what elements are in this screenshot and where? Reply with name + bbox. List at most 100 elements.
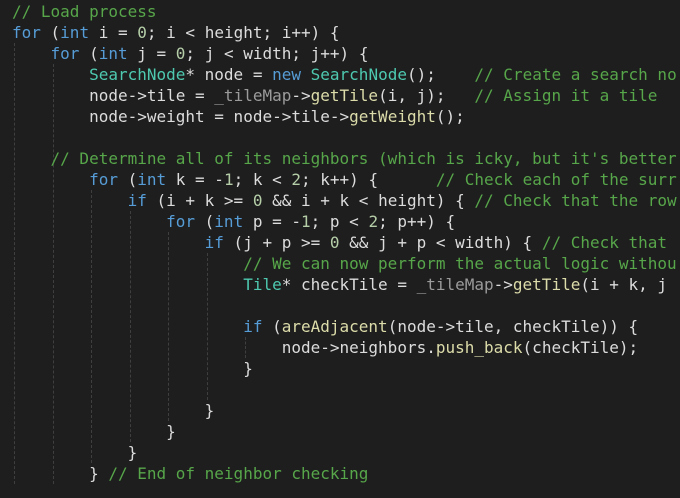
method-name: push_back [435,338,523,357]
code-text: i = [89,23,138,42]
code-text: ( [195,212,215,231]
code-text: } [12,443,138,462]
code-line[interactable]: if (i + k >= 0 && i + k < height) { // C… [0,190,680,211]
code-line[interactable]: for (int p = -1; p < 2; p++) { [0,211,680,232]
code-text: (i + k >= [146,191,253,210]
code-line[interactable]: node->neighbors.push_back(checkTile); [0,337,680,358]
code-line[interactable]: } [0,358,680,379]
code-line[interactable]: if (areAdjacent(node->tile, checkTile)) … [0,316,680,337]
comment: // Check that [541,233,668,252]
code-line[interactable] [0,295,680,316]
member-name: _tileMap [416,275,494,294]
number-literal: 1 [301,212,311,231]
code-text: k = - [166,170,224,189]
method-name: getTile [310,86,379,105]
code-line[interactable]: // Load process [0,1,680,22]
keyword: new [272,65,301,84]
code-line[interactable]: // We can now perform the actual logic w… [0,253,680,274]
code-text: (); [406,65,475,84]
code-line[interactable]: node->tile = _tileMap->getTile(i, j); //… [0,85,680,106]
number-literal: 0 [329,233,340,252]
keyword: if [243,317,263,336]
code-text: (); [435,107,465,126]
comment: // Check each of the surr [435,170,677,189]
code-editor[interactable]: // Load process for (int i = 0; i < heigh… [0,0,680,498]
code-line[interactable]: } [0,421,680,442]
number-literal: 0 [175,44,186,63]
comment: // We can now perform the actual logic w… [243,254,677,273]
code-line[interactable]: if (j + p >= 0 && j + p < width) { // Ch… [0,232,680,253]
code-text: ; i < height; i++) { [146,23,340,42]
code-text: -> [291,86,311,105]
code-text: } [12,359,253,378]
code-text: ; k++) { [301,170,436,189]
code-text: } [12,401,215,420]
type-name: SearchNode [89,65,186,84]
keyword: if [127,191,147,210]
code-text: ; k < [233,170,292,189]
keyword: for [12,23,41,42]
comment: // Load process [12,2,157,21]
comment: // Determine all of its neighbors (which… [50,149,677,168]
code-line[interactable]: } [0,400,680,421]
code-text: * checkTile = [281,275,417,294]
code-text: (checkTile); [522,338,639,357]
type-name: SearchNode [310,65,407,84]
code-text: && j + p < width) { [339,233,542,252]
code-text: j = [127,44,176,63]
keyword: if [204,233,224,252]
code-text: ( [79,44,99,63]
code-text: } [12,464,109,483]
code-text: * node = [185,65,273,84]
method-name: getTile [512,275,581,294]
keyword: for [50,44,80,63]
code-text: (node->tile, checkTile)) { [387,317,639,336]
method-name: areAdjacent [281,317,388,336]
number-literal: 0 [137,23,147,42]
code-text: node->neighbors. [12,338,436,357]
keyword: for [166,212,196,231]
code-text: ; j < width; j++) { [185,44,369,63]
code-line[interactable] [0,379,680,400]
code-line[interactable]: SearchNode* node = new SearchNode(); // … [0,64,680,85]
number-literal: 2 [368,212,379,231]
keyword: for [89,170,118,189]
code-line[interactable]: for (int i = 0; i < height; i++) { [0,22,680,43]
number-literal: 1 [223,170,234,189]
code-text: -> [493,275,513,294]
number-literal: 2 [291,170,302,189]
keyword: int [98,44,128,63]
code-line[interactable]: } // End of neighbor checking [0,463,680,484]
code-text: } [12,422,176,441]
code-line[interactable]: for (int j = 0; j < width; j++) { [0,43,680,64]
member-name: _tileMap [214,86,292,105]
code-text: (i, j); [378,86,475,105]
keyword: int [137,170,167,189]
code-text: node->weight = node->tile-> [12,107,350,126]
code-line[interactable] [0,127,680,148]
method-name: getWeight [349,107,436,126]
code-text: (i + k, j [580,275,668,294]
code-line[interactable]: node->weight = node->tile->getWeight(); [0,106,680,127]
code-text: ; p++) { [378,212,456,231]
code-line[interactable]: // Determine all of its neighbors (which… [0,148,680,169]
type-name: Tile [243,275,282,294]
code-line[interactable]: for (int k = -1; k < 2; k++) { // Check … [0,169,680,190]
code-line[interactable]: } [0,442,680,463]
code-line[interactable]: Tile* checkTile = _tileMap->getTile(i + … [0,274,680,295]
code-text: ( [262,317,282,336]
code-text: && i + k < height) { [262,191,475,210]
code-text: node->tile = [12,86,215,105]
code-text: ( [40,23,61,42]
comment: // End of neighbor checking [108,464,369,483]
